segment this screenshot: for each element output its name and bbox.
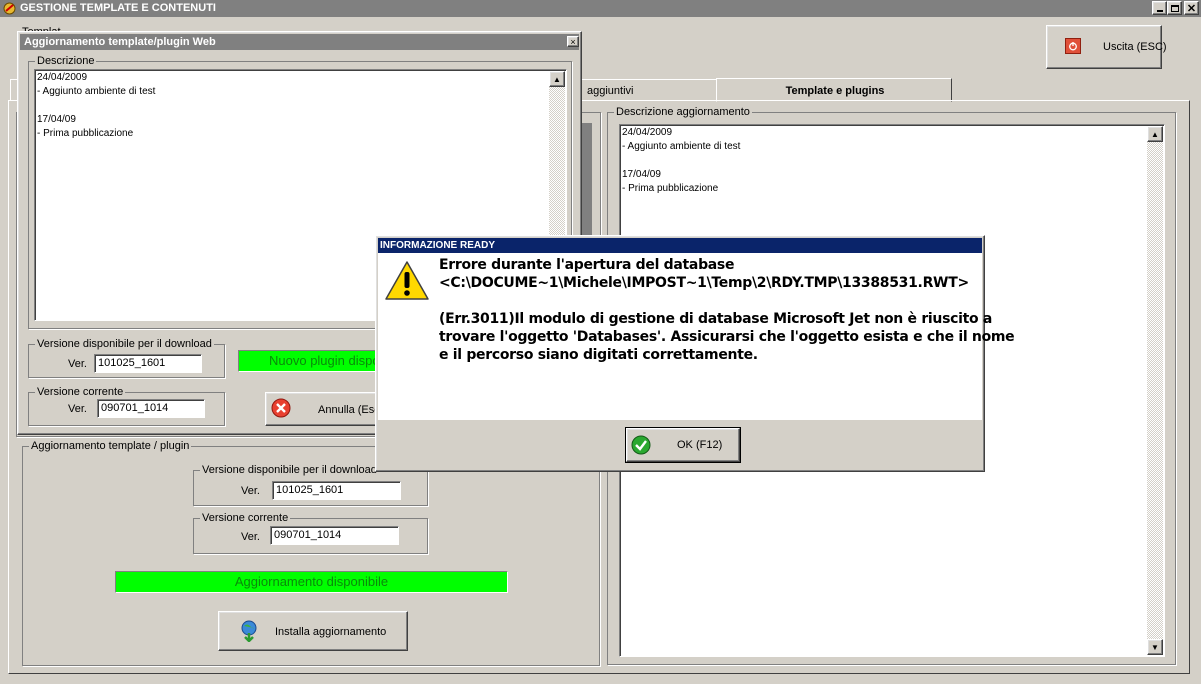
- error-dialog-body: Errore durante l'apertura del database <…: [378, 253, 1015, 420]
- install-update-label: Installa aggiornamento: [275, 626, 387, 638]
- ok-button-label: OK (F12): [677, 439, 723, 451]
- window-controls: ✕: [1152, 1, 1199, 15]
- arrow-up-icon: ▲: [553, 74, 561, 84]
- app-icon: [3, 2, 16, 15]
- current-version-legend: Versione corrente: [200, 512, 291, 524]
- web-description-text: 24/04/2009 - Aggiunto ambiente di test 1…: [37, 72, 156, 139]
- minimize-icon: [1156, 10, 1163, 12]
- update-description-text: 24/04/2009 - Aggiunto ambiente di test 1…: [622, 127, 741, 194]
- close-icon: ✕: [1186, 2, 1197, 15]
- tab-aggiuntivi-label: aggiuntivi: [587, 85, 634, 97]
- exit-button-label: Uscita (ESC): [1103, 41, 1167, 53]
- close-icon: ×: [570, 36, 576, 47]
- download-version-field[interactable]: 101025_1601: [272, 481, 401, 500]
- web-status-bar: Nuovo plugin disponibile: [238, 350, 378, 372]
- main-titlebar: GESTIONE TEMPLATE E CONTENUTI: [0, 0, 1201, 17]
- web-current-version-legend: Versione corrente: [35, 386, 126, 398]
- app-title: GESTIONE TEMPLATE E CONTENUTI: [20, 2, 216, 14]
- error-dialog-title: INFORMAZIONE READY: [380, 240, 495, 251]
- update-description-scrollbar[interactable]: ▲ ▼: [1147, 126, 1163, 655]
- web-description-legend: Descrizione: [35, 55, 97, 67]
- arrow-down-icon: ▼: [1151, 642, 1159, 652]
- power-icon: [1065, 38, 1081, 54]
- arrow-up-icon: ▲: [1151, 129, 1159, 139]
- tab-template-plugins-label: Template e plugins: [785, 85, 885, 97]
- web-update-close-button[interactable]: ×: [567, 36, 579, 47]
- web-download-version-legend: Versione disponibile per il download: [35, 338, 214, 350]
- maximize-button[interactable]: [1167, 1, 1182, 15]
- error-line-5: e il percorso siano digitati correttamen…: [439, 347, 758, 363]
- error-line-1: Errore durante l'apertura del database: [439, 257, 735, 273]
- cancel-button[interactable]: Annulla (Esc): [265, 392, 378, 426]
- error-line-3: (Err.3011)Il modulo di gestione di datab…: [439, 311, 993, 327]
- scroll-up-button[interactable]: ▲: [549, 71, 565, 87]
- checkmark-icon: [631, 435, 651, 455]
- close-button[interactable]: ✕: [1184, 1, 1199, 15]
- current-version-field[interactable]: 090701_1014: [270, 526, 399, 545]
- download-version-legend: Versione disponibile per il download: [200, 464, 379, 476]
- scroll-down-button[interactable]: ▼: [1147, 639, 1163, 655]
- maximize-icon: [1170, 4, 1179, 12]
- minimize-button[interactable]: [1152, 1, 1167, 15]
- current-ver-label: Ver.: [241, 531, 260, 543]
- web-download-version-field[interactable]: 101025_1601: [94, 354, 202, 373]
- error-message: Errore durante l'apertura del database <…: [439, 256, 1015, 364]
- update-status-bar: Aggiornamento disponibile: [115, 571, 508, 593]
- tab-aggiuntivi[interactable]: aggiuntivi: [575, 79, 720, 100]
- error-dialog: INFORMAZIONE READY Errore durante l'aper…: [375, 235, 1015, 472]
- cancel-icon: [271, 398, 291, 418]
- warning-icon: [384, 260, 430, 302]
- error-line-2: <C:\DOCUME~1\Michele\IMPOST~1\Temp\2\RDY…: [439, 275, 969, 291]
- download-ver-label: Ver.: [241, 485, 260, 497]
- web-current-version-field[interactable]: 090701_1014: [97, 399, 205, 418]
- update-plugin-legend: Aggiornamento template / plugin: [29, 440, 192, 452]
- web-update-titlebar: Aggiornamento template/plugin Web: [20, 34, 579, 50]
- update-description-legend: Descrizione aggiornamento: [614, 106, 752, 118]
- scroll-up-button[interactable]: ▲: [1147, 126, 1163, 142]
- install-update-button[interactable]: Installa aggiornamento: [218, 611, 408, 651]
- web-current-ver-label: Ver.: [68, 403, 87, 415]
- exit-button[interactable]: Uscita (ESC): [1046, 25, 1167, 69]
- cancel-button-label: Annulla (Esc): [318, 404, 378, 416]
- error-dialog-titlebar: INFORMAZIONE READY: [378, 238, 982, 253]
- web-update-title: Aggiornamento template/plugin Web: [24, 36, 216, 48]
- error-line-4: trovare l'oggetto 'Databases'. Assicurar…: [439, 329, 1015, 345]
- web-download-ver-label: Ver.: [68, 358, 87, 370]
- tab-template-plugins[interactable]: Template e plugins: [716, 78, 952, 102]
- download-globe-icon: [239, 620, 259, 643]
- ok-button[interactable]: OK (F12): [625, 427, 741, 463]
